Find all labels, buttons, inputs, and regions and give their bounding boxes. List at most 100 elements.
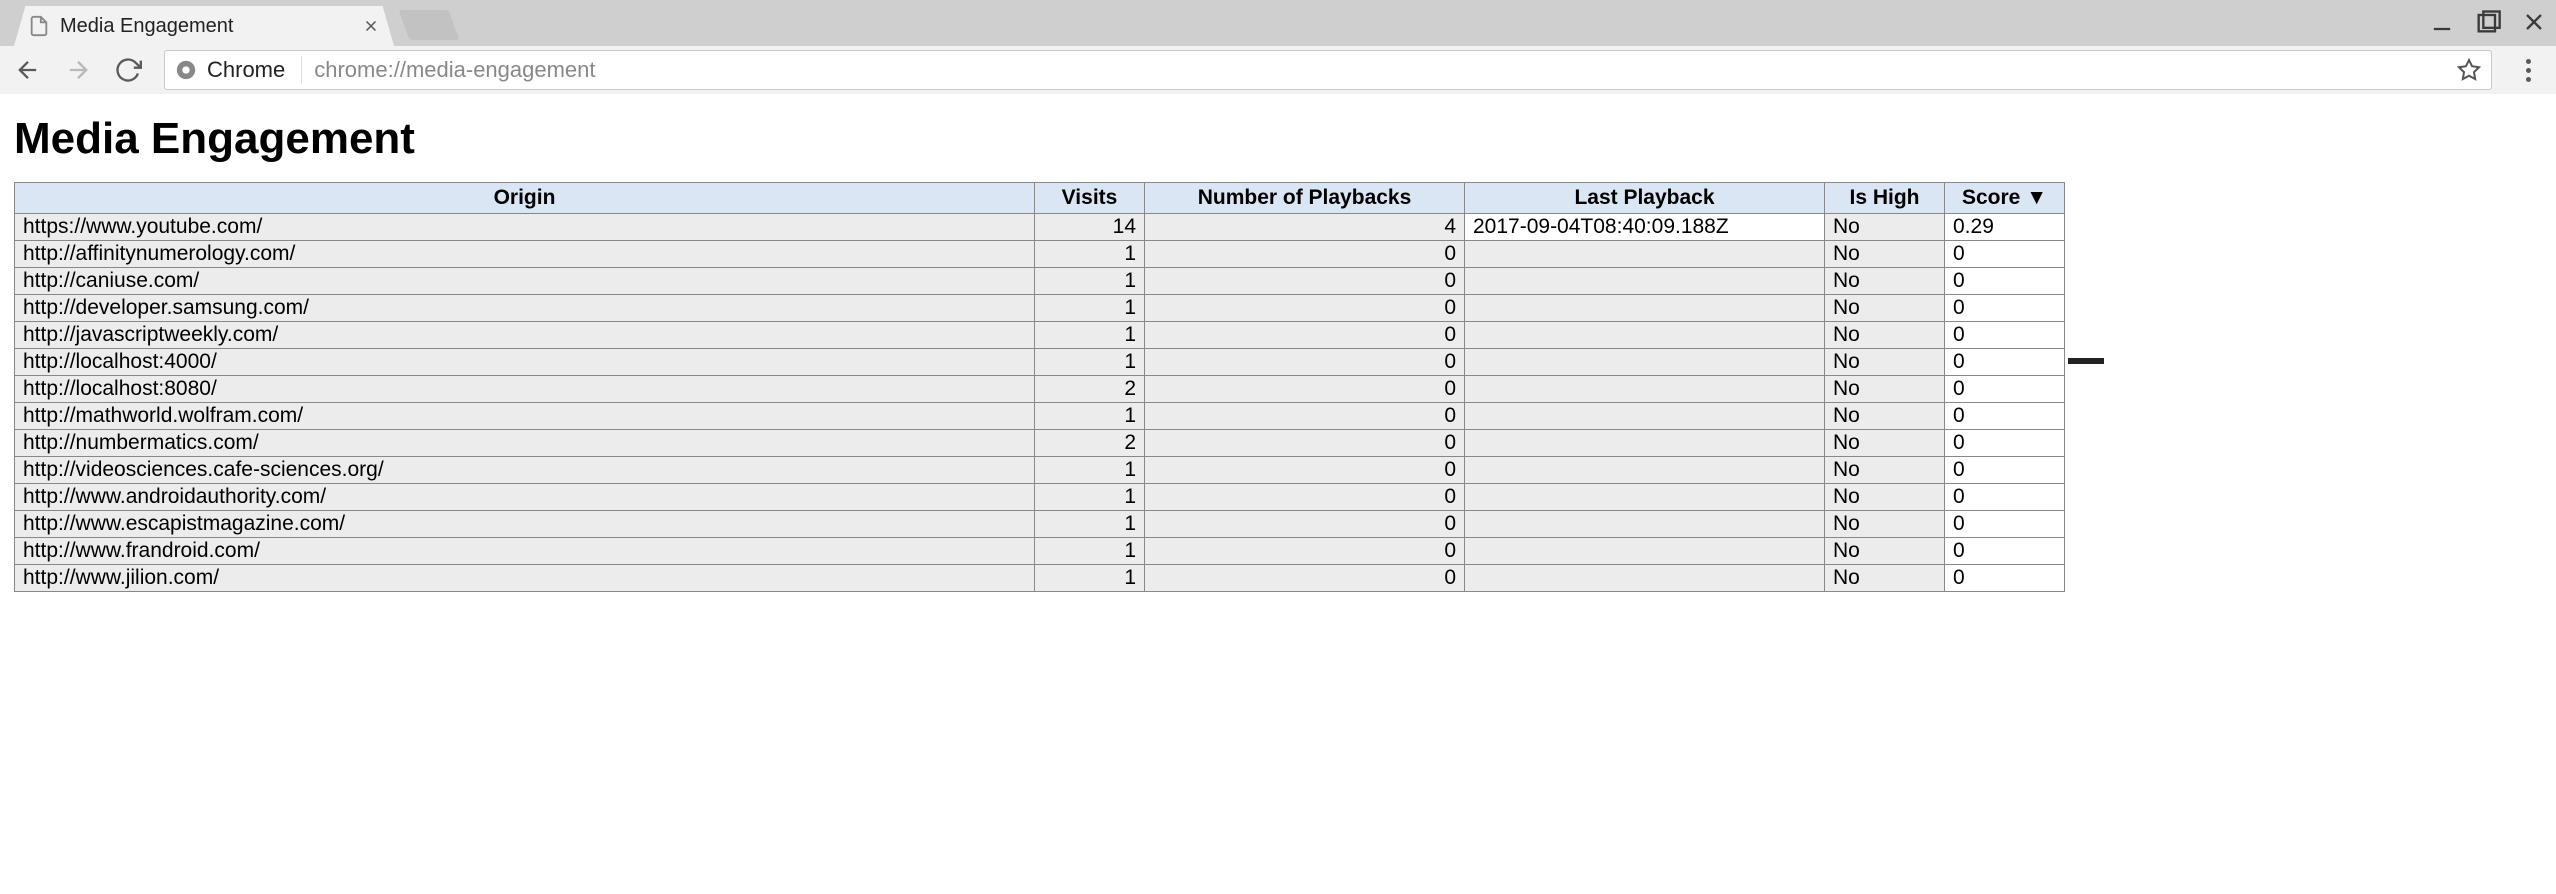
cell-score: 0 — [1945, 484, 2065, 511]
cell-last-playback: 2017-09-04T08:40:09.188Z — [1465, 214, 1825, 241]
table-row: http://mathworld.wolfram.com/10No0 — [15, 403, 2065, 430]
url-path: chrome://media-engagement — [314, 57, 595, 83]
cell-playbacks: 0 — [1145, 295, 1465, 322]
cell-last-playback — [1465, 430, 1825, 457]
active-tab[interactable]: Media Engagement — [14, 6, 394, 46]
back-icon[interactable] — [14, 56, 42, 84]
table-row: http://www.frandroid.com/10No0 — [15, 538, 2065, 565]
url-scheme: Chrome — [207, 57, 285, 83]
minimize-icon[interactable] — [2428, 8, 2456, 36]
close-icon[interactable] — [362, 17, 380, 35]
cell-last-playback — [1465, 484, 1825, 511]
table-row: http://localhost:4000/10No0 — [15, 349, 2065, 376]
table-row: http://developer.samsung.com/10No0 — [15, 295, 2065, 322]
cell-score: 0 — [1945, 268, 2065, 295]
cell-score: 0 — [1945, 295, 2065, 322]
new-tab-button[interactable] — [399, 10, 460, 40]
cell-is-high: No — [1825, 214, 1945, 241]
separator — [301, 56, 302, 84]
cell-is-high: No — [1825, 457, 1945, 484]
cell-is-high: No — [1825, 322, 1945, 349]
col-score[interactable]: Score ▼ — [1945, 183, 2065, 214]
tab-strip: Media Engagement — [0, 0, 2556, 46]
cell-playbacks: 0 — [1145, 565, 1465, 592]
cell-visits: 1 — [1035, 538, 1145, 565]
cell-visits: 2 — [1035, 430, 1145, 457]
cell-last-playback — [1465, 295, 1825, 322]
cell-origin: http://localhost:8080/ — [15, 376, 1035, 403]
page-content: Media Engagement Origin Visits Number of… — [0, 94, 2556, 606]
cell-playbacks: 0 — [1145, 349, 1465, 376]
cell-playbacks: 4 — [1145, 214, 1465, 241]
col-origin[interactable]: Origin — [15, 183, 1035, 214]
table-row: http://caniuse.com/10No0 — [15, 268, 2065, 295]
cell-origin: http://videosciences.cafe-sciences.org/ — [15, 457, 1035, 484]
cell-last-playback — [1465, 376, 1825, 403]
menu-icon[interactable] — [2514, 56, 2542, 84]
cell-score: 0 — [1945, 538, 2065, 565]
cell-visits: 1 — [1035, 241, 1145, 268]
cell-origin: http://www.frandroid.com/ — [15, 538, 1035, 565]
cell-visits: 1 — [1035, 565, 1145, 592]
cell-visits: 1 — [1035, 403, 1145, 430]
cell-playbacks: 0 — [1145, 457, 1465, 484]
toolbar: Chrome chrome://media-engagement — [0, 46, 2556, 94]
col-is-high[interactable]: Is High — [1825, 183, 1945, 214]
cell-is-high: No — [1825, 430, 1945, 457]
cell-origin: http://caniuse.com/ — [15, 268, 1035, 295]
cell-visits: 1 — [1035, 511, 1145, 538]
table-row: https://www.youtube.com/1442017-09-04T08… — [15, 214, 2065, 241]
table-row: http://localhost:8080/20No0 — [15, 376, 2065, 403]
table-row: http://videosciences.cafe-sciences.org/1… — [15, 457, 2065, 484]
cell-is-high: No — [1825, 538, 1945, 565]
reload-icon[interactable] — [114, 56, 142, 84]
col-last-playback[interactable]: Last Playback — [1465, 183, 1825, 214]
maximize-icon[interactable] — [2474, 8, 2502, 36]
cell-origin: http://localhost:4000/ — [15, 349, 1035, 376]
cell-is-high: No — [1825, 268, 1945, 295]
cell-visits: 1 — [1035, 295, 1145, 322]
cell-visits: 1 — [1035, 484, 1145, 511]
browser-chrome: Media Engagement Chrome chrome://media-e… — [0, 0, 2556, 94]
cell-is-high: No — [1825, 484, 1945, 511]
table-header-row: Origin Visits Number of Playbacks Last P… — [15, 183, 2065, 214]
address-bar[interactable]: Chrome chrome://media-engagement — [164, 50, 2492, 90]
cell-origin: http://www.escapistmagazine.com/ — [15, 511, 1035, 538]
cell-score: 0 — [1945, 430, 2065, 457]
cell-visits: 14 — [1035, 214, 1145, 241]
cell-is-high: No — [1825, 295, 1945, 322]
cell-score: 0 — [1945, 376, 2065, 403]
table-row: http://affinitynumerology.com/10No0 — [15, 241, 2065, 268]
cell-last-playback — [1465, 538, 1825, 565]
cell-playbacks: 0 — [1145, 376, 1465, 403]
file-icon — [28, 15, 50, 37]
cell-playbacks: 0 — [1145, 403, 1465, 430]
cell-playbacks: 0 — [1145, 430, 1465, 457]
cell-last-playback — [1465, 403, 1825, 430]
cell-is-high: No — [1825, 241, 1945, 268]
table-row: http://www.escapistmagazine.com/10No0 — [15, 511, 2065, 538]
cell-is-high: No — [1825, 349, 1945, 376]
forward-icon[interactable] — [64, 56, 92, 84]
tab-title: Media Engagement — [60, 15, 362, 38]
bookmark-star-icon[interactable] — [2457, 58, 2481, 82]
cell-origin: http://affinitynumerology.com/ — [15, 241, 1035, 268]
table-row: http://javascriptweekly.com/10No0 — [15, 322, 2065, 349]
cell-score: 0 — [1945, 457, 2065, 484]
cell-origin: http://www.jilion.com/ — [15, 565, 1035, 592]
cell-visits: 1 — [1035, 268, 1145, 295]
chrome-logo-icon — [175, 59, 197, 81]
resize-handle[interactable] — [2068, 358, 2104, 364]
close-window-icon[interactable] — [2520, 8, 2548, 36]
page-title: Media Engagement — [14, 114, 2542, 164]
cell-origin: http://www.androidauthority.com/ — [15, 484, 1035, 511]
col-visits[interactable]: Visits — [1035, 183, 1145, 214]
cell-visits: 1 — [1035, 349, 1145, 376]
cell-last-playback — [1465, 268, 1825, 295]
engagement-table: Origin Visits Number of Playbacks Last P… — [14, 182, 2065, 592]
cell-visits: 1 — [1035, 322, 1145, 349]
col-playbacks[interactable]: Number of Playbacks — [1145, 183, 1465, 214]
cell-is-high: No — [1825, 565, 1945, 592]
cell-score: 0 — [1945, 322, 2065, 349]
cell-score: 0 — [1945, 241, 2065, 268]
